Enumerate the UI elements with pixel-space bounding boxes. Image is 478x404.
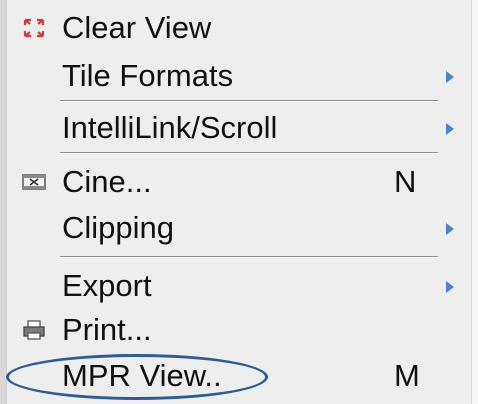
printer-icon — [22, 320, 46, 340]
menu-item-label: Clipping — [62, 210, 175, 245]
menu-separator — [60, 100, 438, 102]
menu-item-tile-formats[interactable]: Tile Formats — [0, 54, 478, 98]
highlight-oval-annotation — [6, 354, 268, 400]
menu-item-label: Export — [62, 268, 152, 303]
menu-item-shortcut: M — [394, 358, 420, 393]
menu-separator — [60, 256, 438, 258]
submenu-arrow-icon — [446, 281, 454, 293]
menu-item-label: IntelliLink/Scroll — [62, 110, 278, 145]
clear-view-icon — [22, 18, 46, 38]
submenu-arrow-icon — [446, 223, 454, 235]
menu-item-shortcut: N — [394, 164, 417, 199]
menu-item-label: Cine... — [62, 164, 152, 199]
menu-item-intellilink-scroll[interactable]: IntelliLink/Scroll — [0, 106, 478, 150]
menu-item-cine[interactable]: Cine... N — [0, 160, 478, 204]
menu-item-clear-view[interactable]: Clear View — [0, 6, 478, 50]
menu-item-clipping[interactable]: Clipping — [0, 206, 478, 250]
submenu-arrow-icon — [446, 123, 454, 135]
menu-separator — [60, 152, 438, 154]
menu-item-label: Tile Formats — [62, 58, 234, 93]
menu-item-label: Clear View — [62, 10, 212, 45]
menu-item-export[interactable]: Export — [0, 264, 478, 308]
context-menu: Clear View Tile Formats IntelliLink/Scro… — [0, 0, 478, 404]
menu-item-print[interactable]: Print... — [0, 308, 478, 352]
menu-item-label: Print... — [62, 312, 152, 347]
submenu-arrow-icon — [446, 71, 454, 83]
film-icon — [22, 172, 46, 192]
